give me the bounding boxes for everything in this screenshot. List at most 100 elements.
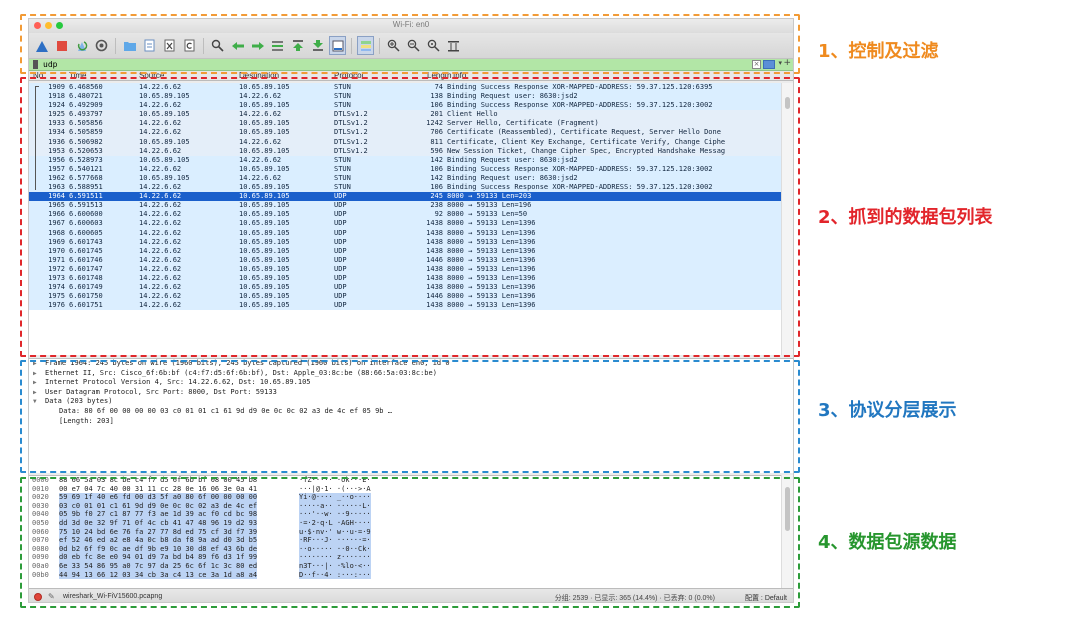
expanded-triangle-icon[interactable]: ▼ bbox=[33, 397, 37, 407]
table-row[interactable]: 1968 6.600605 14.22.6.62 10.65.89.105 UDP 143… bbox=[29, 228, 781, 238]
scrollbar-thumb[interactable] bbox=[785, 487, 790, 531]
table-row[interactable]: 1933 6.505856 14.22.6.62 10.65.89.105 DTLSv1… bbox=[29, 119, 781, 129]
table-row[interactable]: 1924 6.492909 14.22.6.62 10.65.89.105 STUN 10… bbox=[29, 101, 781, 111]
table-row[interactable]: 1965 6.591513 14.22.6.62 10.65.89.105 UDP 238… bbox=[29, 201, 781, 211]
table-row[interactable]: 1969 6.601743 14.22.6.62 10.65.89.105 UDP 143… bbox=[29, 237, 781, 247]
tree-item[interactable]: ▼ Data (203 bytes) bbox=[29, 397, 793, 407]
packet-time: 6.505856 bbox=[69, 119, 103, 128]
table-row[interactable]: 1909 6.468560 14.22.6.62 10.65.89.105 STUN 74… bbox=[29, 83, 781, 93]
stop-icon[interactable] bbox=[53, 36, 70, 55]
packet-number: 1962 bbox=[48, 173, 65, 182]
collapsed-triangle-icon[interactable]: ▶ bbox=[33, 369, 37, 379]
configuration-profile[interactable]: 配置 : Default bbox=[745, 593, 787, 602]
packet-time: 6.468560 bbox=[69, 83, 103, 91]
bytes-offset: 0020 bbox=[32, 493, 49, 502]
table-row[interactable]: 1934 6.505859 14.22.6.62 10.65.89.105 DTLSv1… bbox=[29, 128, 781, 138]
packet-details-tree[interactable]: ▶ Frame 1964: 245 bytes on wire (1960 bit… bbox=[29, 358, 793, 473]
close-file-icon[interactable] bbox=[161, 36, 178, 55]
filter-history-dropdown[interactable]: ▾ bbox=[778, 59, 782, 67]
zoom-out-icon[interactable] bbox=[405, 36, 422, 55]
packet-number: 1976 bbox=[48, 301, 65, 310]
go-back-icon[interactable] bbox=[229, 36, 246, 55]
zoom-normal-icon[interactable] bbox=[425, 36, 442, 55]
tree-item-label: Internet Protocol Version 4, Src: 14.22.… bbox=[45, 378, 311, 387]
toolbar-separator bbox=[379, 37, 380, 54]
tree-item[interactable]: ▶ Ethernet II, Src: Cisco_6f:6b:bf (c4:f7… bbox=[29, 369, 793, 379]
find-icon[interactable] bbox=[209, 36, 226, 55]
packet-length: 201 bbox=[430, 110, 443, 119]
zoom-in-icon[interactable] bbox=[385, 36, 402, 55]
packet-time: 6.493797 bbox=[69, 110, 103, 119]
table-row[interactable]: 1962 6.577668 10.65.89.105 14.22.6.62 STUN 14… bbox=[29, 173, 781, 184]
packet-protocol: UDP bbox=[334, 228, 347, 237]
table-row[interactable]: 1966 6.600600 14.22.6.62 10.65.89.105 UDP 92 8… bbox=[29, 210, 781, 220]
table-row[interactable]: 1972 6.601747 14.22.6.62 10.65.89.105 UDP 143… bbox=[29, 264, 781, 274]
table-row[interactable]: 1964 6.591511 14.22.6.62 10.65.89.105 UDP 245… bbox=[29, 192, 781, 202]
packet-length: 811 bbox=[430, 137, 443, 146]
bytes-scrollbar[interactable] bbox=[781, 475, 793, 588]
table-row[interactable]: 1970 6.601745 14.22.6.62 10.65.89.105 UDP 143… bbox=[29, 246, 781, 256]
table-row[interactable]: 1925 6.493797 10.65.89.105 14.22.6.62 DTLSv1… bbox=[29, 110, 781, 120]
collapsed-triangle-icon[interactable]: ▶ bbox=[33, 388, 37, 398]
capture-file-name: wireshark_Wi-FiV15600.pcapng bbox=[63, 593, 163, 600]
table-row[interactable]: 1953 6.520653 14.22.6.62 10.65.89.105 DTLSv1… bbox=[29, 146, 781, 156]
options-gear-icon[interactable] bbox=[93, 36, 110, 55]
column-header-source[interactable]: Source bbox=[139, 71, 164, 80]
tree-item[interactable]: ▶ Frame 1964: 245 bytes on wire (1960 bit… bbox=[29, 359, 793, 369]
table-row[interactable]: 1936 6.506982 10.65.89.105 14.22.6.62 DTLSv1… bbox=[29, 137, 781, 147]
table-row[interactable]: 1976 6.601751 14.22.6.62 10.65.89.105 UDP 143… bbox=[29, 301, 781, 311]
column-header-length[interactable]: Length bbox=[427, 71, 451, 80]
go-last-icon[interactable] bbox=[309, 36, 326, 55]
resize-columns-icon[interactable] bbox=[445, 36, 462, 55]
table-row[interactable]: 1974 6.601749 14.22.6.62 10.65.89.105 UDP 143… bbox=[29, 283, 781, 293]
shark-fin-start-icon[interactable] bbox=[33, 36, 50, 55]
tree-item[interactable]: Data: 80 6f 00 00 00 00 03 c0 01 01 c1 6… bbox=[29, 407, 793, 417]
autoscroll-icon[interactable] bbox=[329, 36, 346, 55]
collapsed-triangle-icon[interactable]: ▶ bbox=[33, 359, 37, 369]
scrollbar-thumb[interactable] bbox=[785, 97, 790, 109]
restart-icon[interactable] bbox=[73, 36, 90, 55]
packet-list-scrollbar[interactable] bbox=[781, 83, 793, 355]
table-row[interactable]: 1956 6.528973 10.65.89.105 14.22.6.62 STUN 14… bbox=[29, 155, 781, 165]
packet-list[interactable]: 1909 6.468560 14.22.6.62 10.65.89.105 STUN 74… bbox=[29, 83, 781, 355]
packet-bytes-pane[interactable]: 0000 88 66 5a 03 8c be c4 f7 d5 6f 6b bf … bbox=[29, 475, 793, 588]
go-to-packet-icon[interactable] bbox=[269, 36, 286, 55]
table-row[interactable]: 1967 6.600603 14.22.6.62 10.65.89.105 UDP 143… bbox=[29, 219, 781, 229]
reload-icon[interactable] bbox=[181, 36, 198, 55]
colorize-icon[interactable] bbox=[357, 36, 374, 55]
column-header-no[interactable]: No. bbox=[33, 71, 45, 80]
clear-filter-button[interactable]: × bbox=[752, 60, 761, 69]
packet-info: 8000 → 59133 Len=1396 bbox=[447, 237, 536, 246]
packet-number: 1936 bbox=[48, 137, 65, 146]
open-folder-icon[interactable] bbox=[121, 36, 138, 55]
expert-info-icon[interactable] bbox=[34, 593, 42, 601]
title-bar: Wi-Fi: en0 bbox=[29, 19, 793, 33]
tree-item[interactable]: ▶ Internet Protocol Version 4, Src: 14.22… bbox=[29, 378, 793, 388]
table-row[interactable]: 1957 6.540121 14.22.6.62 10.65.89.105 STUN 10… bbox=[29, 164, 781, 174]
go-forward-icon[interactable] bbox=[249, 36, 266, 55]
table-row[interactable]: 1975 6.601750 14.22.6.62 10.65.89.105 UDP 144… bbox=[29, 292, 781, 302]
column-header-time[interactable]: Time bbox=[69, 71, 86, 80]
go-first-icon[interactable] bbox=[289, 36, 306, 55]
collapsed-triangle-icon[interactable]: ▶ bbox=[33, 378, 37, 388]
tree-item[interactable]: ▶ User Datagram Protocol, Src Port: 8000,… bbox=[29, 388, 793, 398]
table-row[interactable]: 1963 6.588951 14.22.6.62 10.65.89.105 STUN 10… bbox=[29, 183, 781, 193]
table-row[interactable]: 1973 6.601748 14.22.6.62 10.65.89.105 UDP 143… bbox=[29, 273, 781, 284]
bookmark-icon[interactable] bbox=[33, 60, 38, 69]
column-header-destination[interactable]: Destination bbox=[239, 71, 279, 80]
column-header-info[interactable]: Info bbox=[453, 71, 466, 80]
apply-filter-button[interactable] bbox=[763, 60, 775, 69]
packet-protocol: STUN bbox=[334, 83, 351, 91]
bytes-ascii: ········ z······· bbox=[299, 553, 371, 562]
column-header-protocol[interactable]: Protocol bbox=[334, 71, 363, 80]
bytes-hex: 44 94 13 66 12 03 34 cb 3a c4 13 ce 3a 1… bbox=[59, 570, 258, 580]
table-row[interactable]: 1971 6.601746 14.22.6.62 10.65.89.105 UDP 144… bbox=[29, 255, 781, 265]
save-file-icon[interactable] bbox=[141, 36, 158, 55]
table-row[interactable]: 1918 6.480721 10.65.89.105 14.22.6.62 STUN 13… bbox=[29, 92, 781, 102]
display-filter-input[interactable] bbox=[43, 59, 643, 70]
packet-length: 106 bbox=[430, 183, 443, 192]
capture-comment-icon[interactable]: ✎ bbox=[48, 592, 55, 601]
add-filter-button[interactable]: + bbox=[783, 58, 791, 68]
bytes-row: 0080 0d b2 6f f9 0c ae df 9b e9 10 30 d8 … bbox=[29, 544, 793, 554]
tree-item[interactable]: [Length: 203] bbox=[29, 417, 793, 427]
